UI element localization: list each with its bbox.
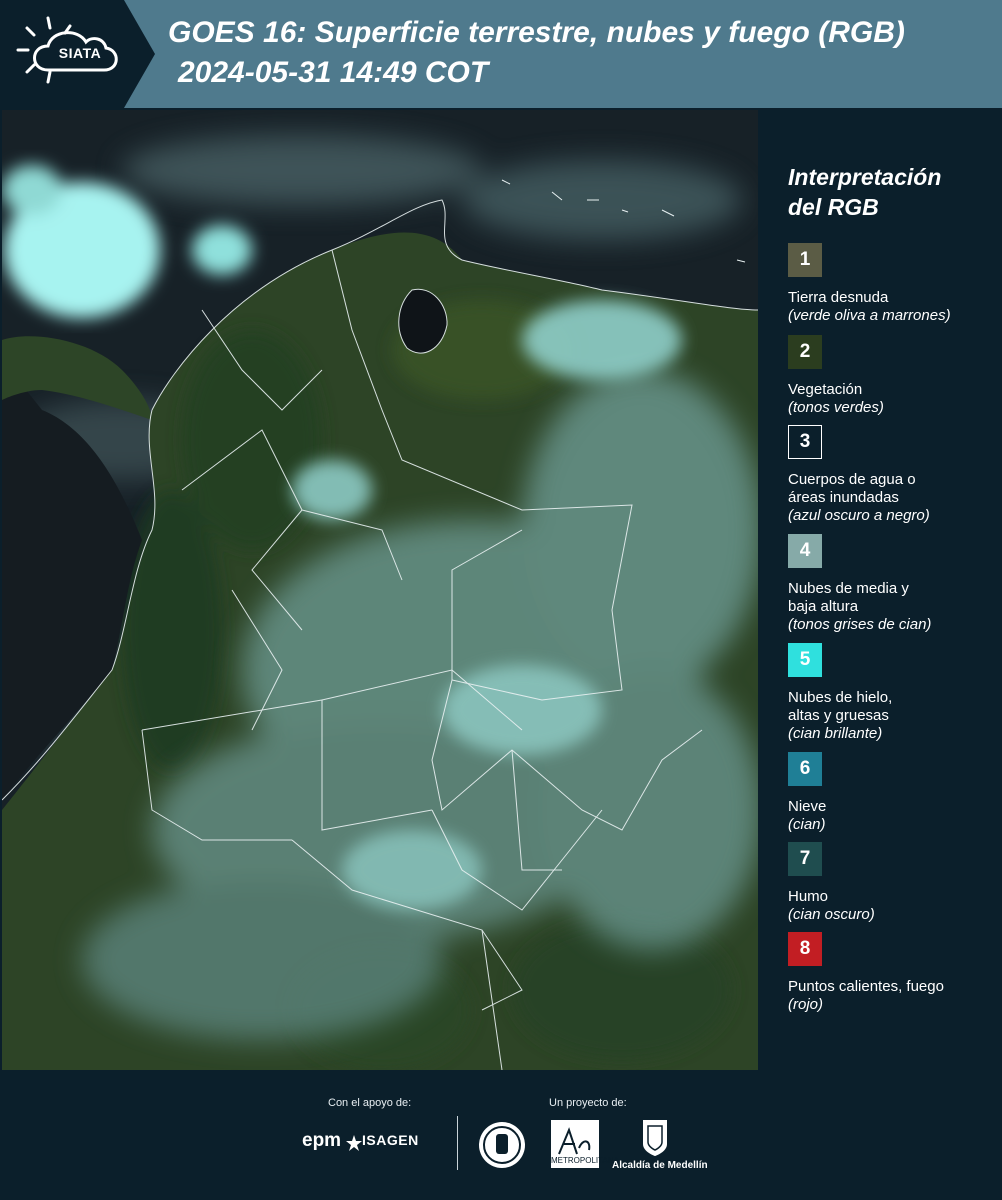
- legend-item-2: 2 Vegetación (tonos verdes): [788, 335, 1000, 417]
- page-datetime: 2024-05-31 14:49 COT: [178, 56, 489, 89]
- legend-label-4: Nubes de media y baja altura: [788, 580, 909, 615]
- legend-swatch-2: 2: [788, 335, 822, 369]
- legend-item-6: 6 Nieve (cian): [788, 752, 1000, 834]
- legend-label-1: Tierra desnuda: [788, 289, 889, 306]
- support-label: Con el apoyo de:: [328, 1097, 412, 1109]
- siata-logo[interactable]: SIATA: [0, 0, 155, 108]
- legend-swatch-1: 1: [788, 243, 822, 277]
- legend-swatch-8: 8: [788, 932, 822, 966]
- legend-desc-3: (azul oscuro a negro): [788, 507, 930, 524]
- footer-divider: [457, 1116, 458, 1170]
- legend-label-8: Puntos calientes, fuego: [788, 978, 944, 995]
- legend-item-7: 7 Humo (cian oscuro): [788, 842, 1000, 924]
- legend-item-3: 3 Cuerpos de agua o áreas inundadas (azu…: [788, 425, 1000, 525]
- project-label: Un proyecto de:: [549, 1097, 627, 1109]
- satellite-map[interactable]: [2, 110, 758, 1070]
- legend-title-line2: del RGB: [788, 194, 879, 220]
- legend-swatch-7: 7: [788, 842, 822, 876]
- legend-title: Interpretación del RGB: [788, 162, 998, 222]
- logo-text: SIATA: [58, 45, 102, 61]
- legend-label-5: Nubes de hielo, altas y gruesas: [788, 689, 893, 724]
- alcaldia-label: Alcaldía de Medellín: [612, 1160, 708, 1171]
- legend-label-7: Humo: [788, 888, 829, 905]
- area-metropolitana-label: METROPOLITANA: [551, 1156, 619, 1165]
- legend-desc-4: (tonos grises de cian): [788, 616, 932, 633]
- epm-logo[interactable]: epm: [302, 1130, 341, 1152]
- legend-label-3: Cuerpos de agua o áreas inundadas: [788, 471, 916, 506]
- legend-label-6: Nieve: [788, 798, 827, 815]
- isagen-star-icon: [346, 1135, 362, 1151]
- legend-desc-6: (cian): [788, 816, 826, 833]
- legend-item-5: 5 Nubes de hielo, altas y gruesas (cian …: [788, 643, 1000, 743]
- legend-swatch-4: 4: [788, 534, 822, 568]
- legend-item-8: 8 Puntos calientes, fuego (rojo): [788, 932, 1000, 1014]
- legend-swatch-3: 3: [788, 425, 822, 459]
- legend-desc-2: (tonos verdes): [788, 399, 884, 416]
- page-title: GOES 16: Superficie terrestre, nubes y f…: [168, 16, 905, 49]
- footer: Con el apoyo de: Un proyecto de: epm ISA…: [0, 1070, 1002, 1200]
- satellite-image: [2, 110, 758, 1070]
- legend-desc-1: (verde oliva a marrones): [788, 307, 951, 324]
- legend-label-2: Vegetación: [788, 381, 863, 398]
- legend-title-line1: Interpretación: [788, 164, 942, 190]
- header: SIATA GOES 16: Superficie terrestre, nub…: [0, 0, 1002, 108]
- legend-swatch-5: 5: [788, 643, 822, 677]
- isagen-logo[interactable]: ISAGEN: [362, 1132, 419, 1148]
- legend-desc-7: (cian oscuro): [788, 906, 875, 923]
- legend-item-1: 1 Tierra desnuda (verde oliva a marrones…: [788, 243, 1000, 325]
- legend-swatch-6: 6: [788, 752, 822, 786]
- legend-desc-8: (rojo): [788, 996, 824, 1013]
- legend-desc-5: (cian brillante): [788, 725, 883, 742]
- seal-icon[interactable]: [477, 1120, 527, 1170]
- medellin-shield-icon[interactable]: [641, 1118, 669, 1158]
- legend-item-4: 4 Nubes de media y baja altura (tonos gr…: [788, 534, 1000, 634]
- rgb-legend: Interpretación del RGB 1 Tierra desnuda …: [770, 110, 1002, 1070]
